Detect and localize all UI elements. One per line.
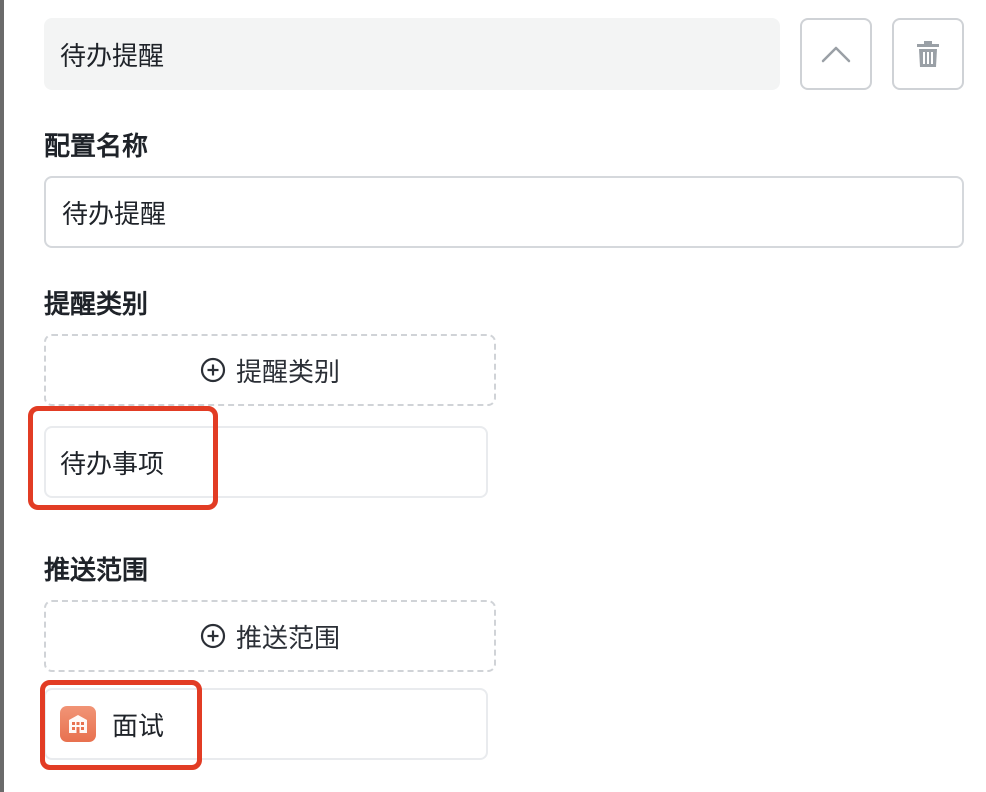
delete-button[interactable] [892,18,964,90]
chevron-up-icon [821,46,851,63]
reminder-type-label: 提醒类别 [44,290,149,320]
config-section-header[interactable]: 待办提醒 [44,18,780,90]
building-icon [60,706,96,742]
add-reminder-type-button[interactable]: 提醒类别 [44,334,496,406]
plus-circle-icon [200,623,226,649]
push-scope-item-label: 面试 [112,711,165,742]
config-section-title: 待办提醒 [60,41,165,72]
plus-circle-icon [200,357,226,383]
config-name-label: 配置名称 [44,132,149,162]
push-scope-item[interactable]: 面试 [44,688,488,760]
reminder-type-item[interactable]: 待办事项 [44,426,488,498]
config-name-input[interactable] [44,176,964,248]
push-scope-label: 推送范围 [44,556,149,586]
add-push-scope-button[interactable]: 推送范围 [44,600,496,672]
trash-icon [917,41,939,67]
add-push-scope-label: 推送范围 [235,623,340,654]
collapse-button[interactable] [800,18,872,90]
reminder-type-item-label: 待办事项 [60,449,165,480]
add-reminder-type-label: 提醒类别 [235,357,340,388]
window-left-edge [0,0,4,792]
